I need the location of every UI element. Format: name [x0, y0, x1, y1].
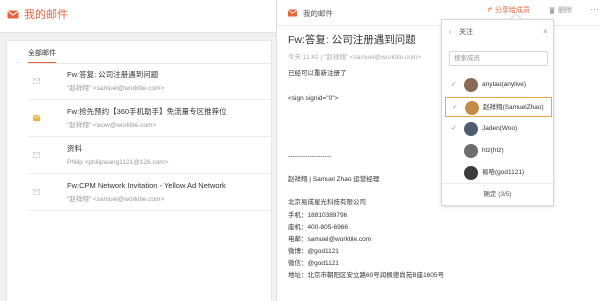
share-to-members-button[interactable]: ↱ 分享给成员 — [487, 6, 530, 15]
delete-label: 删除 — [558, 7, 572, 14]
mail-app: 我的邮件 全部邮件 Fw:答复: 公司注册遇到问题 "赵祥翔" <samuel@… — [0, 0, 276, 301]
mail-subject: Fw:CPM Network Invitation - Yellow Ad Ne… — [67, 181, 226, 190]
pane-title: 我的邮件 — [303, 9, 333, 18]
avatar — [464, 144, 478, 158]
share-label: 分享给成员 — [494, 7, 530, 14]
back-icon[interactable]: ‹ — [449, 28, 451, 37]
mail-subject: Fw:抢先预约【360手机助手】免流量专区推荐位 — [67, 107, 227, 116]
message-meta: 今天 11:42 | "赵祥翔" <samuel@worktile.com> — [288, 54, 422, 61]
mail-sender: Philip <philipwang1121@126.com> — [67, 159, 169, 166]
message-subject: Fw:答复: 公司注册遇到问题 — [288, 34, 416, 46]
more-button[interactable]: ··· — [590, 5, 599, 14]
mail-row[interactable]: 资料 Philip <philipwang1121@126.com> — [28, 138, 272, 174]
share-icon: ↱ — [487, 7, 493, 14]
envelope-open-icon — [33, 115, 40, 121]
signature-email: 电邮：samuel@worktile.com — [288, 236, 372, 243]
trash-icon — [549, 7, 555, 14]
mail-subject: Fw:答复: 公司注册遇到问题 — [67, 70, 159, 79]
member-item[interactable]: ✓ anytao(anylive) — [445, 75, 552, 95]
signature-weibo: 微博：@god1121 — [288, 248, 339, 255]
member-search-input[interactable]: 搜索成员 — [449, 51, 548, 66]
member-item-selected[interactable]: ✓ 赵祥翔(SamuelZhao) — [445, 97, 552, 117]
follow-members-popover: ‹ 关注 × 搜索成员 ✓ anytao(anylive) ✓ 赵祥翔(Samu… — [441, 19, 554, 206]
app-header: 我的邮件 — [0, 0, 276, 33]
app-title: 我的邮件 — [24, 9, 68, 21]
mail-row[interactable]: Fw:CPM Network Invitation - Yellow Ad Ne… — [28, 175, 272, 211]
signature-address: 地址：北京市朝阳区安立路60号润枫德尚苑B座1605号 — [288, 272, 445, 279]
check-icon: ✓ — [452, 104, 458, 111]
tab-all-mail[interactable]: 全部邮件 — [28, 49, 56, 64]
close-icon[interactable]: × — [543, 27, 548, 36]
mail-sender: "赵祥翔" <samuel@worktile.com> — [67, 196, 165, 203]
mail-sender: "赵祥翔" <wow@worktile.com> — [67, 122, 157, 129]
popover-divider — [442, 183, 553, 184]
mail-icon — [288, 9, 297, 17]
member-name: Jaden(Woo) — [482, 125, 518, 132]
message-signid: <sign signid="0"> — [288, 95, 339, 102]
signature-weixin: 微信：@god1121 — [288, 260, 339, 267]
popover-title: 关注 — [459, 29, 473, 36]
signature-separator: -------------------- — [288, 153, 332, 160]
avatar — [464, 78, 478, 92]
envelope-icon — [33, 78, 40, 84]
avatar — [464, 166, 478, 180]
signature-mobile: 手机：18810389796 — [288, 212, 348, 219]
member-name: 赵祥翔(SamuelZhao) — [483, 104, 544, 111]
signature-phone: 座机：400-805-6966 — [288, 224, 348, 231]
avatar — [465, 101, 479, 115]
check-icon: ✓ — [451, 81, 457, 88]
message-body: 已经可以重新注册了 — [288, 70, 347, 77]
member-name: anytao(anylive) — [482, 81, 527, 88]
signature-company: 北京易成星光科技有限公司 — [288, 199, 366, 206]
avatar — [464, 122, 478, 136]
member-item[interactable]: ✓ Jaden(Woo) — [445, 119, 552, 139]
signature-name: 赵祥翔 | Samuel Zhao 运营经理 — [288, 176, 380, 183]
check-icon: ✓ — [451, 125, 457, 132]
member-item[interactable]: htz(htz) — [445, 141, 552, 161]
confirm-button[interactable]: 确定 (3/5) — [442, 191, 553, 199]
delete-button[interactable]: 删除 — [549, 6, 572, 15]
mail-row[interactable]: Fw:抢先预约【360手机助手】免流量专区推荐位 "赵祥翔" <wow@work… — [28, 101, 272, 137]
member-item[interactable]: 易哈(god1121) — [445, 163, 552, 183]
mail-subject: 资料 — [67, 144, 82, 153]
envelope-icon — [33, 152, 40, 158]
envelope-icon — [33, 189, 40, 195]
mail-icon — [7, 10, 19, 19]
mail-sender: "赵祥翔" <samuel@worktile.com> — [67, 85, 165, 92]
member-name: htz(htz) — [482, 147, 504, 154]
mail-row[interactable]: Fw:答复: 公司注册遇到问题 "赵祥翔" <samuel@worktile.c… — [28, 64, 272, 100]
member-name: 易哈(god1121) — [482, 169, 525, 176]
